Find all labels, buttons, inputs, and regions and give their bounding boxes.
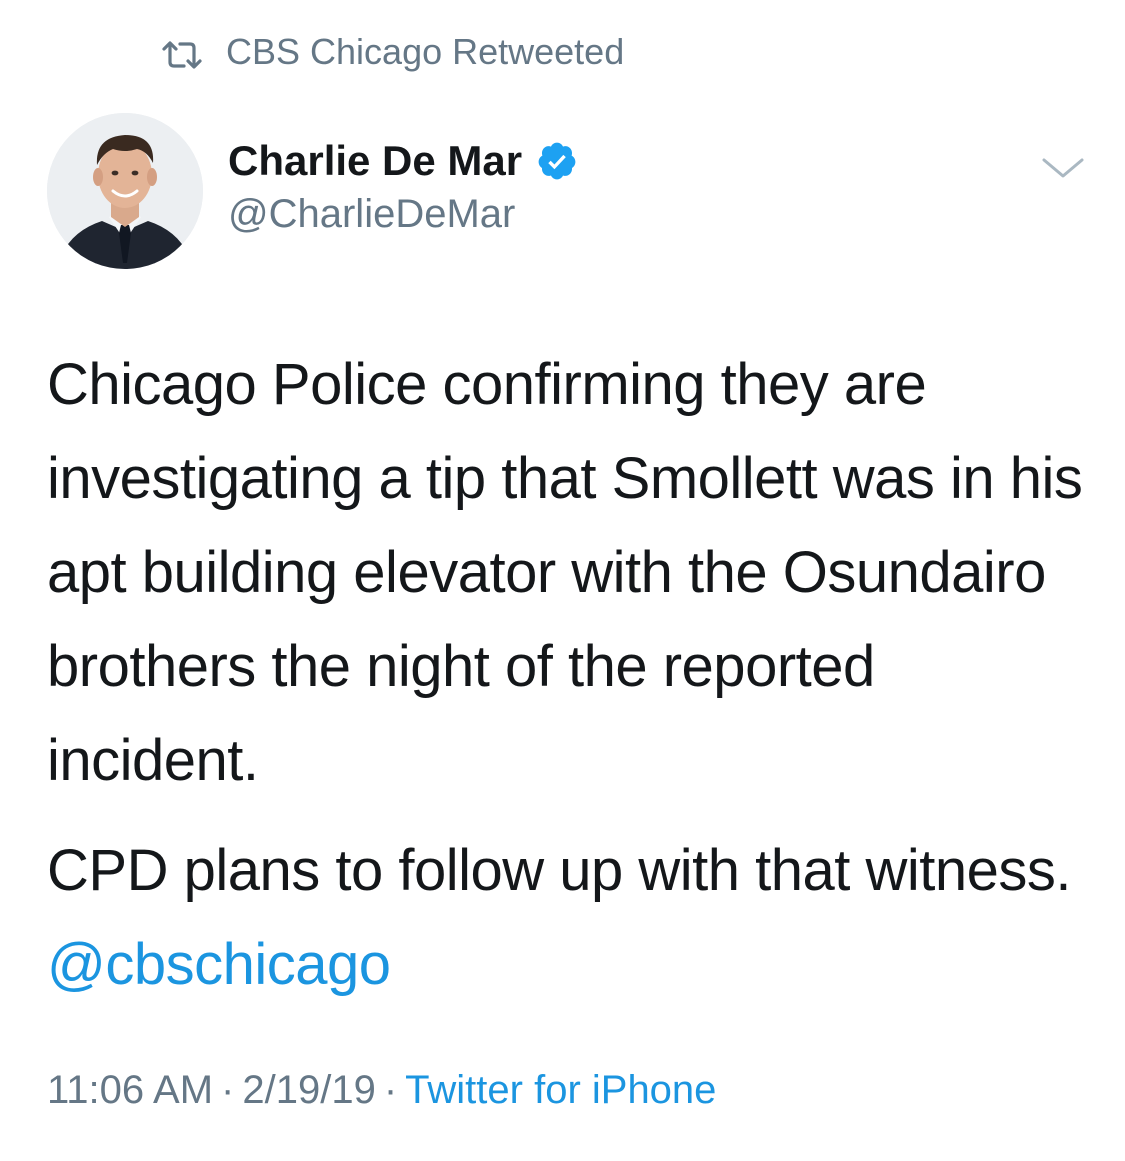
tweet-meta: 11:06 AM · 2/19/19 · Twitter for iPhone	[47, 1068, 716, 1113]
mention-link[interactable]: @cbschicago	[47, 932, 391, 997]
retweet-icon	[160, 37, 204, 69]
avatar[interactable]	[47, 113, 203, 269]
profile-photo	[47, 113, 203, 269]
tweet-paragraph-2: CPD plans to follow up with that witness…	[47, 824, 1087, 1012]
author-handle[interactable]: @CharlieDeMar	[228, 192, 515, 237]
verified-badge-icon	[536, 140, 578, 182]
tweet-source-link[interactable]: Twitter for iPhone	[405, 1068, 716, 1112]
tweet-date[interactable]: 2/19/19	[242, 1068, 375, 1112]
chevron-down-icon[interactable]	[1040, 152, 1086, 182]
retweet-label: CBS Chicago Retweeted	[226, 31, 625, 72]
meta-separator: ·	[383, 1068, 398, 1112]
retweet-indicator[interactable]: CBS Chicago Retweeted	[160, 30, 624, 74]
author-display-name[interactable]: Charlie De Mar	[228, 137, 522, 185]
tweet-paragraph-1: Chicago Police confirming they are inves…	[47, 352, 1083, 793]
meta-separator: ·	[221, 1068, 235, 1112]
author-name-row[interactable]: Charlie De Mar	[228, 135, 578, 187]
tweet-paragraph-2-text: CPD plans to follow up with that witness…	[47, 838, 1071, 903]
tweet-time[interactable]: 11:06 AM	[47, 1068, 213, 1112]
tweet-text: Chicago Police confirming they are inves…	[47, 338, 1087, 1012]
